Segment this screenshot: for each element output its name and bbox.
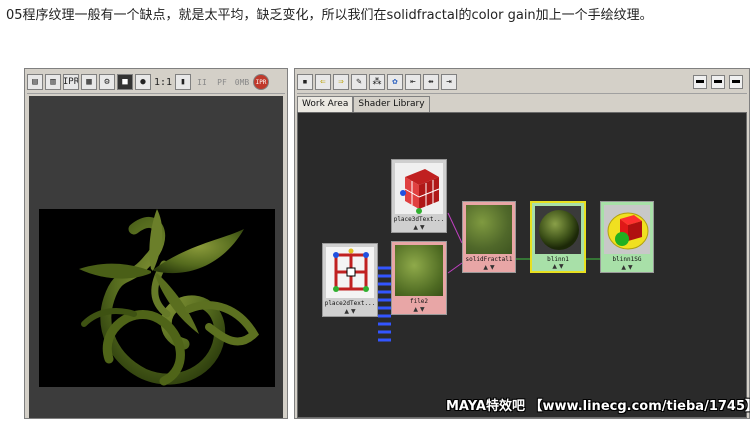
node-expand-arrows[interactable]: ▲ ▼ <box>532 263 584 271</box>
node-expand-arrows[interactable]: ▲ ▼ <box>601 264 653 272</box>
node-file-texture[interactable]: file2 ▲ ▼ <box>391 241 447 315</box>
arrow-left-icon[interactable]: ⇐ <box>315 74 331 90</box>
input-connections-icon[interactable]: ⇤ <box>405 74 421 90</box>
arrow-right-icon[interactable]: ⇒ <box>333 74 349 90</box>
node-label: place3dText... <box>393 216 445 223</box>
plant-render-graphic <box>79 209 260 386</box>
keep-image-icon[interactable]: ▮ <box>175 74 191 90</box>
hypershade-panel: ▪ ⇐ ⇒ ✎ ⁂ ✿ ⇤ ⇹ ⇥ Work Area Shader Libra… <box>294 68 750 419</box>
layout-buttons <box>693 75 743 89</box>
render-view-panel: ▤ ▥ IPR ▦ ⚙ ■ ● 1:1 ▮ II PF 0MB IPR <box>24 68 288 419</box>
node-shading-group[interactable]: blinn1SG ▲ ▼ <box>600 201 654 273</box>
node-expand-arrows[interactable]: ▲ ▼ <box>463 264 515 272</box>
node-label: solidFractal1 <box>465 256 513 263</box>
uv-placement-icon <box>333 248 369 292</box>
node-label: place2dText... <box>324 300 376 307</box>
refresh-render-icon[interactable]: ▦ <box>81 74 97 90</box>
render-viewport[interactable] <box>29 96 283 418</box>
render-view-toolbar: ▤ ▥ IPR ▦ ⚙ ■ ● 1:1 ▮ II PF 0MB IPR <box>27 71 285 94</box>
node-expand-arrows[interactable]: ▲ ▼ <box>323 308 377 316</box>
page-caption: 05程序纹理一般有一个缺点，就是太平均，缺乏变化，所以我们在solidfract… <box>6 8 653 23</box>
rendered-plant-image <box>39 209 275 387</box>
node-label: blinn1SG <box>612 256 642 263</box>
eraser-icon[interactable]: ✎ <box>351 74 367 90</box>
render-region-icon[interactable]: ▥ <box>45 74 61 90</box>
memory-readout: 0MB <box>234 77 250 87</box>
hypershade-toolbar: ▪ ⇐ ⇒ ✎ ⁂ ✿ ⇤ ⇹ ⇥ <box>297 71 747 94</box>
input-output-icon[interactable]: ⇹ <box>423 74 439 90</box>
node-place3d-texture[interactable]: place3dText... ▲ ▼ <box>391 159 447 233</box>
tab-shader-library[interactable]: Shader Library <box>353 96 430 112</box>
tab-work-area[interactable]: Work Area <box>297 96 354 112</box>
shader-sphere-icon <box>539 210 579 250</box>
cube-lattice-icon <box>400 169 440 214</box>
output-connections-icon[interactable]: ⇥ <box>441 74 457 90</box>
layout-bottom-icon[interactable] <box>711 75 725 89</box>
pause-icon[interactable]: II <box>193 74 211 90</box>
graph-materials-icon[interactable]: ✿ <box>387 74 403 90</box>
hypershade-tabs: Work Area Shader Library <box>297 96 430 112</box>
ipf-icon[interactable]: PF <box>213 74 231 90</box>
shading-group-icon <box>607 212 649 250</box>
rgb-channel-icon[interactable]: ■ <box>117 74 133 90</box>
node-place2d-texture[interactable]: place2dText... ▲ ▼ <box>322 243 378 317</box>
graph-icon[interactable]: ▪ <box>297 74 313 90</box>
node-solid-fractal[interactable]: solidFractal1 ▲ ▼ <box>462 201 516 273</box>
ipr-stop-icon[interactable]: IPR <box>253 74 269 90</box>
node-blinn-material[interactable]: blinn1 ▲ ▼ <box>530 201 586 273</box>
rearrange-icon[interactable]: ⁂ <box>369 74 385 90</box>
node-expand-arrows[interactable]: ▲ ▼ <box>392 306 446 314</box>
alpha-channel-icon[interactable]: ● <box>135 74 151 90</box>
layout-top-icon[interactable] <box>693 75 707 89</box>
real-size-button[interactable]: 1:1 <box>153 74 173 90</box>
work-area-canvas[interactable]: place3dText... ▲ ▼ place2dText... ▲ ▼ fi… <box>297 112 747 418</box>
node-label: file2 <box>409 298 429 305</box>
snapshot-icon[interactable]: ⚙ <box>99 74 115 90</box>
watermark-text: MAYA特效吧 【www.linecg.com/tieba/1745】 <box>446 399 750 414</box>
node-expand-arrows[interactable]: ▲ ▼ <box>392 224 446 232</box>
layout-split-icon[interactable] <box>729 75 743 89</box>
render-frame-icon[interactable]: ▤ <box>27 74 43 90</box>
ipr-render-icon[interactable]: IPR <box>63 74 79 90</box>
